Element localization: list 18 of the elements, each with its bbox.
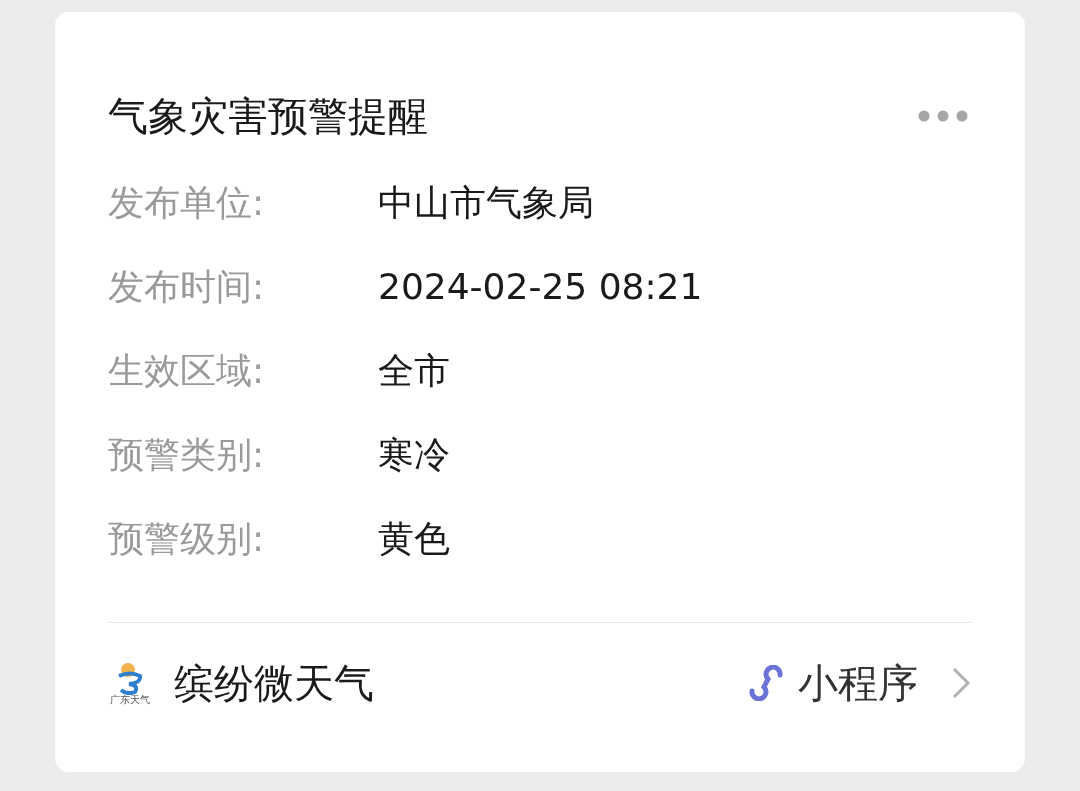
field-value: 黄色 — [378, 521, 450, 557]
card-title: 气象灾害预警提醒 — [108, 96, 428, 136]
field-value: 寒冷 — [378, 437, 450, 473]
field-label: 预警类别: — [108, 437, 266, 473]
sun-wave-icon — [115, 660, 145, 695]
field-label: 生效区域: — [108, 353, 266, 389]
app-name: 缤纷微天气 — [174, 662, 374, 703]
mini-program-label: 小程序 — [798, 662, 918, 703]
field-label: 预警级别: — [108, 521, 266, 557]
mini-program-link[interactable]: 小程序 — [746, 662, 972, 703]
field-value: 全市 — [378, 353, 450, 389]
field-label: 发布时间: — [108, 269, 266, 305]
logo-caption: 广东天气 — [110, 694, 150, 705]
field-value: 中山市气象局 — [378, 185, 594, 221]
link-icon — [746, 664, 786, 701]
field-label: 发布单位: — [108, 185, 266, 221]
more-icon[interactable] — [918, 110, 968, 122]
field-value: 2024-02-25 08:21 — [378, 269, 703, 305]
